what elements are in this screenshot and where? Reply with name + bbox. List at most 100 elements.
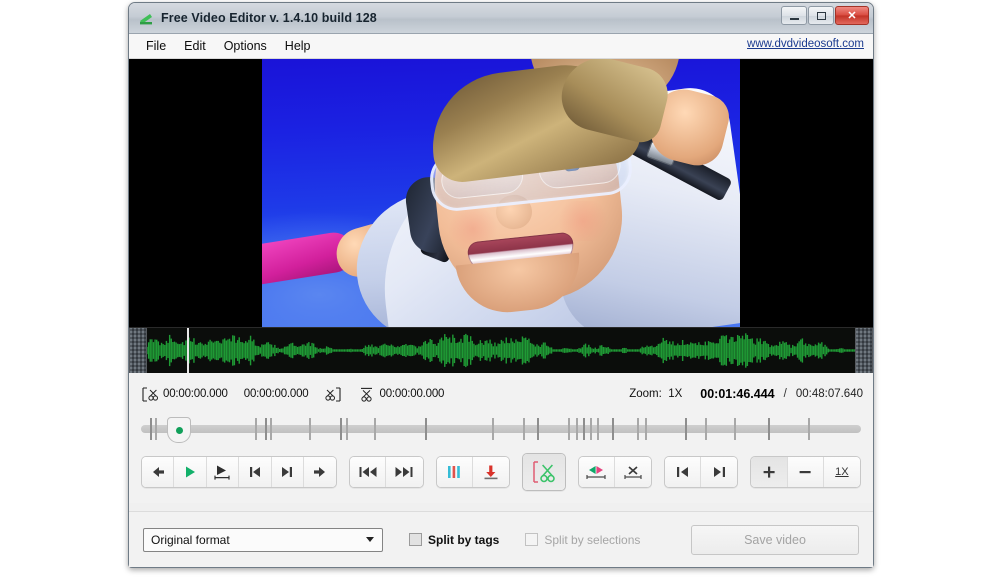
menu-item-options[interactable]: Options — [215, 37, 276, 55]
selection-duration-group: 00:00:00.000 — [244, 388, 309, 400]
window-controls: ✕ — [781, 6, 869, 25]
marker-timecode-value: 00:00:00.000 — [379, 388, 445, 400]
window-title: Free Video Editor v. 1.4.10 build 128 — [161, 11, 377, 25]
controls-panel: 00:00:00.000 00:00:00.000 00:00:00.000 Z… — [129, 373, 873, 503]
minimize-icon — [789, 17, 799, 20]
zoom-reset-label: 1X — [835, 466, 849, 478]
tag-button-group — [435, 456, 510, 488]
timeline-tick — [807, 418, 810, 440]
delete-selection-icon — [624, 466, 642, 479]
play-to-marker-icon — [214, 465, 231, 480]
bottom-bar: Original format Split by tags Split by s… — [129, 511, 873, 567]
transport-toolbar: 1X — [129, 443, 873, 503]
seek-button-group — [349, 456, 424, 488]
step-forward-button[interactable] — [303, 457, 337, 487]
jump-button-group — [664, 456, 739, 488]
menu-bar: File Edit Options Help www.dvdvideosoft.… — [129, 34, 873, 59]
video-preview[interactable] — [129, 59, 873, 327]
timeline-scrubber[interactable] — [141, 415, 861, 443]
step-back-button[interactable] — [142, 457, 175, 487]
menu-item-file[interactable]: File — [137, 37, 175, 55]
scissors-icon — [533, 461, 555, 483]
close-button[interactable]: ✕ — [835, 6, 869, 25]
next-marker-button[interactable] — [271, 457, 304, 487]
arrow-left-icon — [152, 467, 164, 477]
insert-marker-button[interactable] — [472, 457, 509, 487]
fast-forward-button[interactable] — [386, 457, 423, 487]
selection-start-group: 00:00:00.000 — [141, 386, 228, 402]
screenshot-canvas: Free Video Editor v. 1.4.10 build 128 ✕ … — [0, 0, 1000, 580]
timeline-tick — [374, 418, 377, 440]
play-button[interactable] — [174, 457, 207, 487]
zoom-reset-button[interactable]: 1X — [823, 457, 860, 487]
timeline-tick — [149, 418, 152, 440]
title-bar: Free Video Editor v. 1.4.10 build 128 ✕ — [129, 3, 873, 34]
rewind-button[interactable] — [350, 457, 387, 487]
timeline-track[interactable] — [141, 425, 861, 433]
timeline-tick — [768, 418, 771, 440]
menu-item-edit[interactable]: Edit — [175, 37, 215, 55]
free-video-editor-icon — [138, 10, 154, 26]
playback-button-group — [141, 456, 338, 488]
split-by-tags-checkbox[interactable]: Split by tags — [409, 533, 499, 547]
waveform-handle-right[interactable] — [855, 328, 873, 373]
timeline-tick — [611, 418, 614, 440]
maximize-button[interactable] — [808, 6, 834, 25]
zoom-out-button[interactable] — [787, 457, 824, 487]
playhead-dot-icon — [175, 426, 183, 434]
split-by-tags-box-icon — [409, 533, 422, 546]
jump-to-start-button[interactable] — [665, 457, 702, 487]
timeline-tick — [583, 418, 586, 440]
output-format-select[interactable]: Original format — [143, 527, 383, 552]
waveform-canvas[interactable] — [147, 328, 855, 373]
previous-marker-button[interactable] — [239, 457, 272, 487]
marker-timecode-group: 00:00:00.000 — [358, 387, 445, 402]
jump-to-end-button[interactable] — [701, 457, 738, 487]
timeline-tick — [575, 418, 578, 440]
zoom-label: Zoom: 1X — [629, 388, 682, 400]
timeline-tick — [339, 418, 342, 440]
application-window: Free Video Editor v. 1.4.10 build 128 ✕ … — [128, 2, 874, 568]
timeline-playhead[interactable] — [167, 417, 192, 443]
timeline-tick — [567, 418, 570, 440]
split-by-selections-checkbox: Split by selections — [525, 533, 640, 547]
pillarbox-right — [740, 59, 873, 327]
zoom-button-group: 1X — [750, 456, 861, 488]
delete-selection-button[interactable] — [614, 457, 652, 487]
minimize-button[interactable] — [781, 6, 807, 25]
add-tag-button[interactable] — [436, 457, 473, 487]
total-time: 00:48:07.640 — [795, 388, 863, 400]
time-separator: / — [783, 388, 787, 400]
waveform-handle-left[interactable] — [129, 328, 147, 373]
minus-icon — [799, 471, 811, 474]
marker-down-arrow-icon — [484, 465, 498, 480]
marker-scissors-icon — [360, 387, 372, 402]
play-selection-button[interactable] — [206, 457, 240, 487]
fast-forward-icon — [395, 467, 413, 477]
selection-button-group — [577, 456, 653, 488]
split-by-selections-label: Split by selections — [544, 532, 641, 547]
timeline-tick — [155, 418, 158, 440]
chevron-down-icon — [366, 537, 374, 542]
zoom-level-value: 1X — [668, 388, 683, 400]
selection-end-icon — [324, 386, 341, 402]
website-link[interactable]: www.dvdvideosoft.com — [747, 38, 864, 50]
rewind-icon — [359, 467, 377, 477]
video-frame — [262, 59, 740, 327]
timeline-tick — [704, 418, 707, 440]
pillarbox-left — [129, 59, 262, 327]
current-time: 00:01:46.444 — [700, 387, 775, 401]
waveform-playhead[interactable] — [186, 328, 189, 373]
timeline-tick — [537, 418, 539, 440]
invert-selection-button[interactable] — [578, 457, 615, 487]
waveform-strip[interactable] — [129, 327, 873, 373]
zoom-label-text: Zoom: — [629, 388, 662, 400]
timeline-tick — [264, 418, 267, 440]
menu-item-help[interactable]: Help — [276, 37, 320, 55]
arrow-right-icon — [314, 467, 326, 477]
split-by-selections-box-icon — [525, 533, 539, 546]
zoom-in-button[interactable] — [751, 457, 788, 487]
plus-icon — [763, 466, 775, 478]
cut-button[interactable] — [522, 454, 565, 490]
skip-previous-icon — [249, 467, 260, 477]
